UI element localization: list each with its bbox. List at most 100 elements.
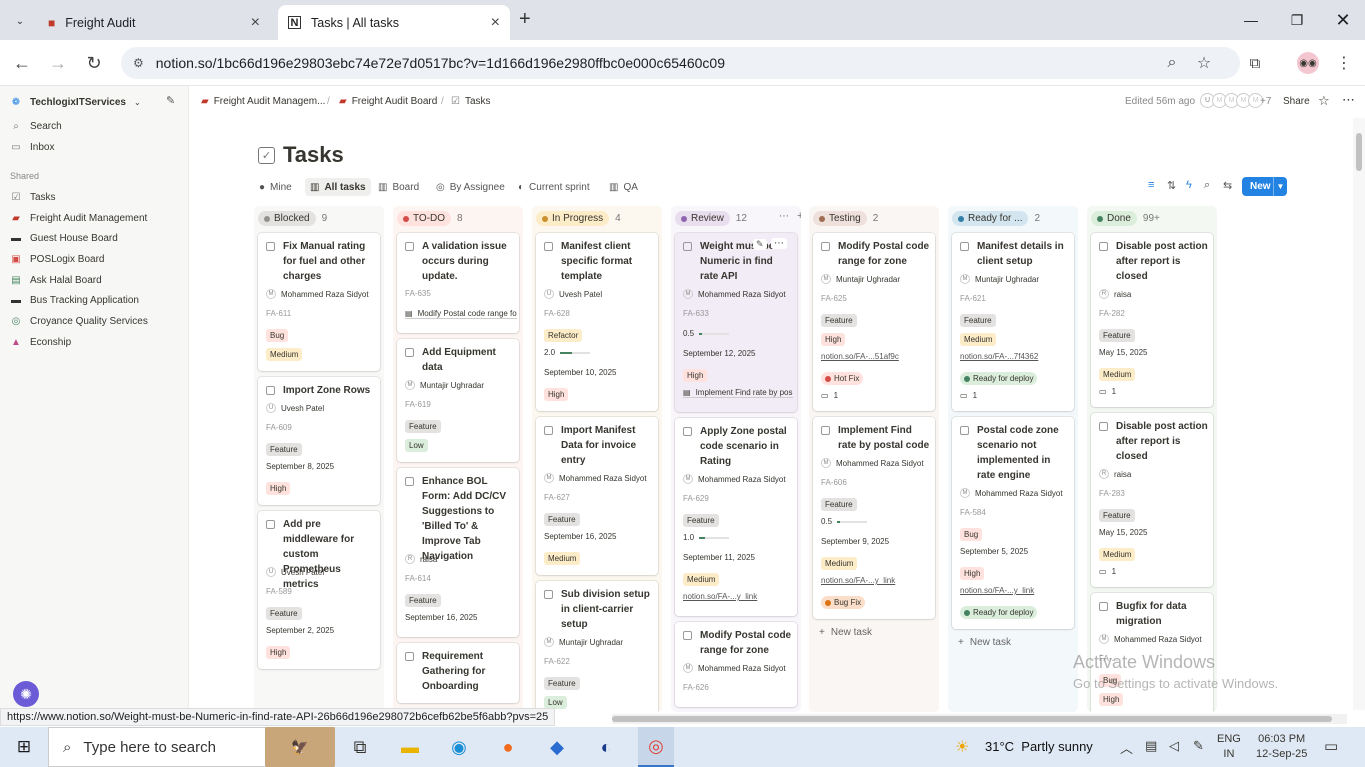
close-tab-icon[interactable]: × (251, 14, 260, 32)
view-tab-all-tasks[interactable]: ▥ All tasks (305, 178, 371, 196)
sidebar-item-guest-house[interactable]: ▬ Guest House Board (10, 228, 118, 248)
column-header[interactable]: Blocked 9 (258, 211, 327, 226)
status-tag[interactable]: Hot Fix (821, 372, 864, 385)
task-card[interactable]: Fix Manual rating for fuel and other cha… (258, 233, 380, 371)
comments[interactable]: ▭ 1 (1099, 387, 1116, 396)
tray-chevron-up-icon[interactable]: ︿ (1120, 738, 1133, 757)
task-card[interactable]: Modify Postal code range for zone M Mohamm… (675, 622, 797, 707)
automation-icon[interactable]: ϟ (1186, 179, 1192, 191)
settings-icon[interactable]: ⇆ (1223, 179, 1232, 192)
column-header[interactable]: Done 99+ (1091, 211, 1160, 226)
notion-ai-button[interactable]: ✺ (13, 681, 39, 707)
clock[interactable]: 06:03 PM 12-Sep-25 (1256, 732, 1307, 762)
sidebar-item-ask-halal[interactable]: ▤ Ask Halal Board (10, 270, 101, 290)
task-card[interactable]: Implement Find rate by postal code M Moham… (813, 417, 935, 619)
language-indicator[interactable]: ENG IN (1217, 732, 1241, 762)
windows-start-icon[interactable]: ⊞ (9, 733, 39, 761)
sort-icon[interactable]: ⇅ (1167, 179, 1176, 192)
column-header[interactable]: TO-DO 8 (397, 211, 463, 226)
column-header[interactable]: Ready for ... 2 (952, 211, 1040, 226)
sidebar-inbox[interactable]: ▭ Inbox (10, 137, 54, 157)
scrollbar-thumb[interactable] (1356, 133, 1362, 171)
task-card[interactable]: Manifest client specific format template… (536, 233, 658, 411)
task-card[interactable]: Disable post action after report is clos… (1091, 233, 1213, 407)
vertical-scrollbar[interactable] (1353, 118, 1365, 710)
workspace-switcher[interactable]: ❁ TechlogixITServices ⌄ (10, 92, 141, 112)
task-card[interactable]: Sub division setup in client-carrier set… (536, 581, 658, 712)
new-page-icon[interactable]: ✎ (166, 94, 175, 107)
horizontal-scrollbar[interactable] (612, 714, 1347, 724)
column-status-pill[interactable]: Ready for ... (952, 211, 1029, 226)
task-card[interactable]: Modify Postal code range for zone M Muntaj… (813, 233, 935, 411)
column-status-pill[interactable]: In Progress (536, 211, 610, 226)
network-icon[interactable]: ▤ (1145, 738, 1157, 754)
forward-button[interactable]: → (46, 51, 70, 75)
task-card[interactable]: Enhance BOL Form: Add DC/CV Suggestions … (397, 468, 519, 637)
weather-text[interactable]: 31°C Partly sunny (985, 739, 1093, 754)
sidebar-item-poslogix[interactable]: ▣ POSLogix Board (10, 249, 104, 269)
zoom-icon[interactable]: ⌕ (1160, 51, 1184, 75)
close-tab-icon[interactable]: × (491, 14, 500, 32)
edit-icon[interactable]: ✎ (753, 239, 767, 250)
app-icon[interactable]: ◐ (591, 733, 621, 761)
cortana-bird-icon[interactable]: 🦅 (265, 727, 335, 767)
sidebar-search[interactable]: ⌕ Search (10, 116, 62, 136)
column-status-pill[interactable]: TO-DO (397, 211, 452, 226)
notifications-icon[interactable]: ▭ (1324, 737, 1338, 755)
profile-avatar[interactable]: ◉◉ (1297, 52, 1319, 74)
app-icon[interactable]: ● (493, 733, 523, 761)
column-status-pill[interactable]: Testing (813, 211, 867, 226)
volume-icon[interactable]: ◁ (1169, 738, 1179, 754)
sidebar-item-econship[interactable]: ▲ Econship (10, 332, 71, 352)
column-add-icon[interactable]: + (797, 210, 801, 222)
new-task-button[interactable]: + New task (819, 627, 872, 638)
breadcrumb-freight-audit[interactable]: ▰ Freight Audit Managem... (201, 96, 325, 107)
close-window-button[interactable]: ✕ (1320, 0, 1365, 40)
task-card[interactable]: Apply Zone postal code scenario in Ratin… (675, 418, 797, 616)
comments[interactable]: ▭ 1 (960, 391, 977, 400)
page-menu-icon[interactable]: ⋯ (1342, 92, 1355, 108)
edge-icon[interactable]: ◉ (444, 733, 474, 761)
status-tag[interactable]: Ready for deploy (960, 606, 1038, 619)
address-bar[interactable]: ⚙ notion.so/1bc66d196e29803ebc74e72e7d05… (121, 47, 1240, 79)
task-card[interactable]: A validation issue occurs during update.… (397, 233, 519, 333)
browser-menu-icon[interactable]: ⋮ (1332, 51, 1356, 75)
collaborator-avatars[interactable]: U M M M M (1200, 93, 1263, 108)
task-card[interactable]: Add Equipment data M Muntajir Ughradar FA-6… (397, 339, 519, 462)
task-card[interactable]: Add pre middleware for custom Prometheus… (258, 511, 380, 669)
back-button[interactable]: ← (10, 51, 34, 75)
column-status-pill[interactable]: Done (1091, 211, 1137, 226)
minimize-button[interactable]: — (1228, 0, 1274, 40)
task-card[interactable]: Import Manifest Data for invoice entry M M… (536, 417, 658, 575)
related-task[interactable]: ▤ Modify Postal code range fo (405, 309, 517, 319)
sidebar-item-bus-tracking[interactable]: ▬ Bus Tracking Application (10, 290, 139, 310)
column-header[interactable]: Review 12 (675, 211, 747, 226)
column-status-pill[interactable]: Review (675, 211, 730, 226)
chrome-icon[interactable]: ◎ (638, 727, 674, 767)
chevron-down-icon[interactable]: ▼ (1273, 177, 1287, 196)
view-tab-board[interactable]: ▥ Board (373, 178, 424, 196)
view-tab-current-sprint[interactable]: ◐ Current sprint (513, 178, 595, 196)
sidebar-item-croyance[interactable]: ◎ Croyance Quality Services (10, 311, 148, 331)
new-task-button[interactable]: + New task (958, 637, 1011, 648)
app-icon[interactable]: ◆ (542, 733, 572, 761)
site-info-icon[interactable]: ⚙ (133, 56, 144, 70)
bookmark-star-icon[interactable]: ☆ (1192, 51, 1216, 75)
sidebar-item-tasks[interactable]: ☑ Tasks (10, 187, 56, 207)
reload-button[interactable]: ↻ (82, 51, 106, 75)
status-tag[interactable]: Bug Fix (821, 596, 866, 609)
breadcrumb-tasks[interactable]: ☑ Tasks (451, 96, 491, 107)
search-icon[interactable]: ⌕ (1204, 179, 1210, 192)
task-card[interactable]: Postal code zone scenario not implemente… (952, 417, 1074, 629)
comments[interactable]: ▭ 1 (821, 391, 838, 400)
page-link[interactable]: notion.so/FA-...y_link (821, 576, 895, 585)
related-task[interactable]: ▤ Implement Find rate by pos (683, 388, 793, 398)
column-menu-icon[interactable]: ⋯ (779, 211, 789, 222)
card-menu-icon[interactable]: ⋯ (771, 238, 787, 249)
restore-button[interactable]: ❐ (1274, 0, 1320, 40)
view-tab-qa[interactable]: ▥ QA (604, 178, 643, 196)
tab-tasks[interactable]: N Tasks | All tasks × (278, 5, 510, 40)
page-link[interactable]: notion.so/FA-...y_link (683, 592, 757, 601)
filter-icon[interactable]: ≡ (1148, 179, 1154, 191)
sidebar-item-freight-audit[interactable]: ▰ Freight Audit Management (10, 208, 147, 228)
